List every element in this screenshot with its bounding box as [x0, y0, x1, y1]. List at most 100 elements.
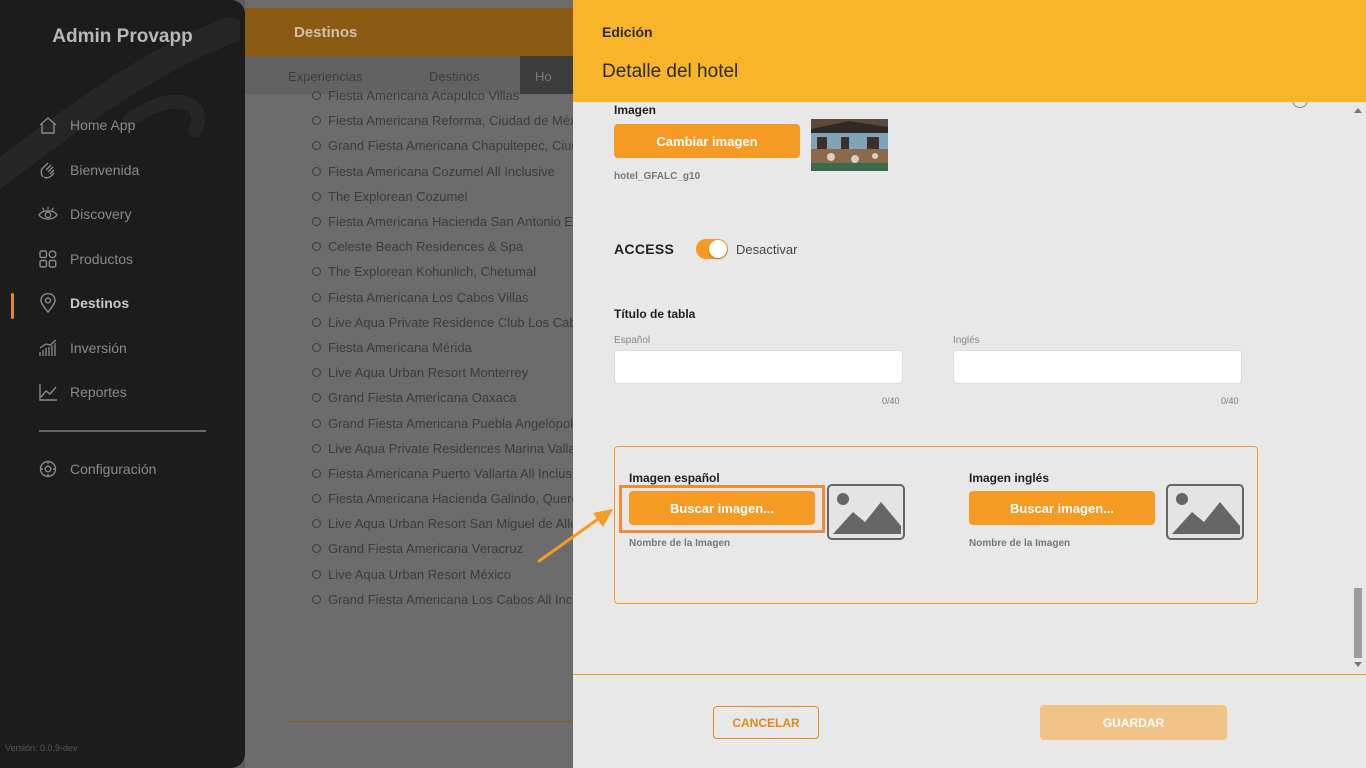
sidebar-item-label: Inversión: [70, 340, 127, 356]
hotel-list-item[interactable]: Grand Fiesta Americana Chapultepec, Ciud…: [312, 133, 573, 158]
sidebar-item-destinos[interactable]: Destinos: [38, 289, 129, 317]
radio-icon: [312, 544, 321, 554]
radio-icon: [312, 418, 321, 428]
hotel-list-item[interactable]: Grand Fiesta Americana Oaxaca: [312, 385, 573, 410]
hotel-name: Celeste Beach Residences & Spa: [328, 239, 524, 255]
sidebar-divider: [39, 430, 206, 432]
scroll-up-arrow-icon[interactable]: [1354, 108, 1362, 113]
line-chart-icon: [38, 382, 58, 402]
hotel-list-item[interactable]: Live Aqua Urban Resort México: [312, 562, 573, 587]
radio-icon: [312, 166, 321, 176]
sidebar-item-configuracion[interactable]: Configuración: [38, 455, 156, 483]
hotel-name: Live Aqua Urban Resort Monterrey: [328, 365, 529, 381]
hotel-name: Live Aqua Urban Resort México: [328, 566, 511, 582]
hotel-name: Grand Fiesta Americana Oaxaca: [328, 390, 517, 406]
modal-footer: CANCELAR GUARDAR: [573, 674, 1366, 768]
sidebar-item-reportes[interactable]: Reportes: [38, 378, 127, 406]
hotel-list-item[interactable]: Live Aqua Urban Resort Monterrey: [312, 360, 573, 385]
radio-icon: [312, 569, 321, 579]
hotel-detail-modal: Edición Detalle del hotel Imagen Cambiar…: [573, 0, 1366, 768]
delete-icon[interactable]: [1292, 102, 1308, 108]
hotel-list-item[interactable]: Fiesta Americana Hacienda San Antonio El…: [312, 209, 573, 234]
hotel-name: Fiesta Americana Acapulco Villas: [328, 88, 520, 104]
hotel-list-item[interactable]: The Explorean Cozumel: [312, 184, 573, 209]
radio-icon: [312, 116, 321, 126]
english-char-counter: 0/40: [1221, 396, 1239, 406]
hotel-list-item[interactable]: Fiesta Americana Los Cabos Villas: [312, 285, 573, 310]
hotel-list-item[interactable]: Fiesta Americana Acapulco Villas: [312, 83, 573, 108]
radio-icon: [312, 342, 321, 352]
table-title-english-input[interactable]: [953, 350, 1242, 384]
hotel-list: Fiesta Americana Acapulco Villas Fiesta A…: [312, 83, 573, 612]
modal-scrollbar[interactable]: [1350, 102, 1366, 674]
hotel-list-item[interactable]: The Explorean Kohunlich, Chetumal: [312, 259, 573, 284]
home-icon: [38, 115, 58, 135]
hotel-list-item[interactable]: Grand Fiesta Americana Veracruz: [312, 536, 573, 561]
hotel-name: Fiesta Americana Los Cabos Villas: [328, 289, 529, 305]
sidebar-item-inversion[interactable]: Inversión: [38, 334, 127, 362]
sidebar-item-label: Destinos: [70, 295, 130, 311]
radio-icon: [312, 292, 321, 302]
hotel-list-item[interactable]: Fiesta Americana Puerto Vallarta All Inc…: [312, 461, 573, 486]
modal-kicker: Edición: [602, 24, 653, 40]
tab-experiencias[interactable]: Experiencias: [288, 69, 362, 84]
radio-icon: [312, 519, 321, 529]
hotel-name: Live Aqua Private Residence Club Los Cab…: [328, 314, 573, 330]
change-image-button[interactable]: Cambiar imagen: [614, 124, 800, 158]
background-divider: [288, 721, 573, 722]
sidebar-item-home-app[interactable]: Home App: [38, 111, 135, 139]
spanish-field-label: Español: [614, 335, 651, 346]
hotel-name: Grand Fiesta Americana Chapultepec, Ciud…: [328, 138, 573, 154]
version-label: Versión: 0.0.9-dev: [5, 743, 78, 753]
hotel-name: Live Aqua Private Residences Marina Vall…: [328, 440, 573, 456]
hotel-name: Fiesta Americana Puerto Vallarta All Inc…: [328, 465, 573, 481]
sidebar-item-discovery[interactable]: Discovery: [38, 200, 131, 228]
hotel-list-item[interactable]: Fiesta Americana Hacienda Galindo, Queré…: [312, 486, 573, 511]
tab-destinos[interactable]: Destinos: [429, 69, 480, 84]
hotel-list-item[interactable]: Fiesta Americana Mérida: [312, 335, 573, 360]
active-indicator: [11, 293, 14, 319]
gear-icon: [38, 459, 58, 479]
sidebar-item-label: Productos: [70, 251, 134, 267]
sidebar-item-bienvenida[interactable]: Bienvenida: [38, 156, 139, 184]
sidebar-item-productos[interactable]: Productos: [38, 245, 133, 273]
sidebar-item-label: Reportes: [70, 384, 127, 400]
hotel-list-item[interactable]: Live Aqua Private Residence Club Los Cab…: [312, 310, 573, 335]
image-placeholder-icon: [1166, 484, 1244, 540]
search-image-spanish-button[interactable]: Buscar imagen...: [629, 491, 815, 525]
hotel-name: Fiesta Americana Reforma, Ciudad de Méxi…: [328, 113, 573, 129]
search-image-english-button[interactable]: Buscar imagen...: [969, 491, 1155, 525]
tab-hoteles-label: Ho: [535, 69, 552, 84]
image-label: Imagen: [614, 103, 657, 117]
save-button[interactable]: GUARDAR: [1040, 705, 1227, 740]
radio-icon: [312, 594, 321, 604]
hotel-name: The Explorean Cozumel: [328, 188, 468, 204]
hotel-list-item[interactable]: Live Aqua Urban Resort San Miguel de All…: [312, 511, 573, 536]
access-label: ACCESS: [614, 241, 675, 257]
hotel-list-item[interactable]: Grand Fiesta Americana Puebla Angelópoli…: [312, 410, 573, 435]
radio-icon: [312, 368, 321, 378]
access-toggle[interactable]: [696, 239, 728, 259]
toggle-knob: [709, 240, 727, 258]
spanish-char-counter: 0/40: [882, 396, 900, 406]
hotel-name: Grand Fiesta Americana Puebla Angelópoli…: [328, 415, 573, 431]
hotel-list-item[interactable]: Live Aqua Private Residences Marina Vall…: [312, 436, 573, 461]
image-placeholder-icon: [827, 484, 905, 540]
language-images-box: Imagen español Buscar imagen... Nombre d…: [614, 446, 1258, 604]
table-title-spanish-input[interactable]: [614, 350, 903, 384]
hotel-list-item[interactable]: Fiesta Americana Reforma, Ciudad de Méxi…: [312, 108, 573, 133]
hotel-list-item[interactable]: Grand Fiesta Americana Los Cabos All Inc…: [312, 587, 573, 612]
hotel-list-item[interactable]: Celeste Beach Residences & Spa: [312, 234, 573, 259]
radio-icon: [312, 393, 321, 403]
radio-icon: [312, 91, 321, 101]
cancel-button[interactable]: CANCELAR: [713, 706, 819, 739]
radio-icon: [312, 141, 321, 151]
hotel-name: Grand Fiesta Americana Veracruz: [328, 541, 524, 557]
scroll-down-arrow-icon[interactable]: [1354, 662, 1362, 667]
grid-icon: [38, 249, 58, 269]
hotel-name: Fiesta Americana Hacienda Galindo, Queré…: [328, 491, 573, 507]
sidebar: Admin Provapp Home App Bienvenida Discov…: [0, 0, 245, 768]
hotel-name: The Explorean Kohunlich, Chetumal: [328, 264, 537, 280]
scroll-thumb[interactable]: [1354, 588, 1362, 658]
hotel-list-item[interactable]: Fiesta Americana Cozumel All Inclusive: [312, 159, 573, 184]
